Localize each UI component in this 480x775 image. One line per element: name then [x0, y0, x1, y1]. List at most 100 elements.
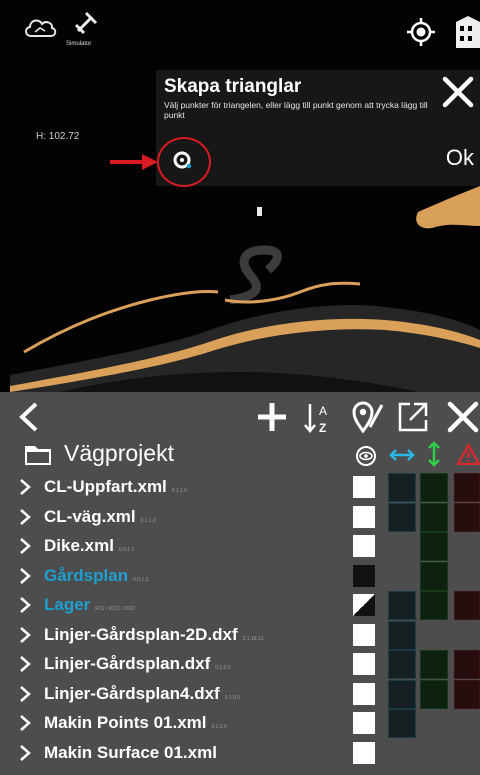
vertical-cell[interactable] — [420, 679, 448, 709]
chevron-right-icon[interactable] — [18, 655, 32, 673]
back-arrow-icon[interactable] — [16, 400, 42, 434]
satellite-icon[interactable] — [72, 9, 100, 37]
chevron-right-icon[interactable] — [18, 596, 32, 614]
layer-meta: 0.1.1.0 — [140, 517, 156, 524]
visibility-checkbox[interactable] — [353, 476, 375, 498]
close-icon[interactable] — [440, 74, 476, 110]
chevron-right-icon[interactable] — [18, 714, 32, 732]
layer-name[interactable]: Linjer-Gårdsplan-2D.dxf 0.1.18.13 — [44, 625, 264, 645]
layer-name[interactable]: Makin Points 01.xml 0.1.1.0 — [44, 713, 227, 733]
pointer-arrow-icon — [110, 154, 158, 170]
cloud-icon[interactable] — [22, 14, 58, 40]
visibility-checkbox[interactable] — [353, 564, 375, 587]
layer-row[interactable]: Linjer-Gårdsplan-2D.dxf 0.1.18.13 — [0, 620, 480, 651]
chevron-right-icon[interactable] — [18, 478, 32, 496]
visibility-checkbox[interactable] — [353, 535, 375, 557]
visibility-checkbox[interactable] — [353, 682, 375, 705]
vertical-cell[interactable] — [420, 739, 448, 768]
layer-name[interactable]: Linjer-Gårdsplan4.dxf 0.1.0.0 — [44, 684, 240, 704]
warning-cell[interactable] — [454, 562, 480, 591]
warning-icon[interactable] — [457, 443, 480, 465]
vertical-cell[interactable] — [420, 532, 448, 561]
layer-list: CL-Uppfart.xml 0.1.1.0 CL-väg.xml 0.1.1.0 Di… — [0, 473, 480, 768]
horizontal-cell[interactable] — [388, 709, 416, 738]
layer-name-text: CL-Uppfart.xml — [44, 477, 167, 496]
add-icon[interactable] — [256, 401, 288, 433]
layer-name[interactable]: Gårdsplan 0.0.1.3 — [44, 566, 148, 586]
horizontal-cell[interactable] — [388, 532, 416, 561]
eye-icon[interactable] — [355, 445, 377, 467]
chevron-right-icon[interactable] — [18, 508, 32, 526]
sort-az-icon[interactable]: A Z — [302, 401, 336, 435]
vertical-cell[interactable] — [420, 621, 448, 650]
layer-meta: 0.0.1.3 — [133, 576, 149, 583]
map-view[interactable]: Simulator H: 102.72 Skapa trianglar Välj… — [0, 0, 480, 392]
gps-target-icon[interactable] — [406, 17, 436, 47]
layer-meta: R12 / 2021 / 2022 — [95, 606, 136, 612]
ok-button[interactable]: Ok — [446, 145, 474, 171]
layer-name[interactable]: Lager R12 / 2021 / 2022 — [44, 595, 135, 615]
vertical-cell[interactable] — [420, 591, 448, 620]
warning-cell[interactable] — [454, 739, 480, 768]
horizontal-cell[interactable] — [388, 620, 416, 650]
close-panel-icon[interactable] — [446, 400, 480, 434]
warning-cell[interactable] — [454, 650, 480, 679]
vertical-cell[interactable] — [420, 709, 448, 738]
layer-name[interactable]: Linjer-Gårdsplan.dxf 0.1.0.0 — [44, 654, 231, 674]
chevron-right-icon[interactable] — [18, 744, 32, 762]
vertical-cell[interactable] — [420, 650, 448, 679]
project-header[interactable]: Vägprojekt — [0, 436, 480, 468]
layer-name[interactable]: CL-väg.xml 0.1.1.0 — [44, 507, 156, 527]
map-toolbar: Simulator — [0, 0, 480, 58]
layer-row[interactable]: CL-Uppfart.xml 0.1.1.0 — [0, 473, 480, 503]
layer-name[interactable]: Makin Surface 01.xml — [44, 743, 222, 763]
visibility-checkbox[interactable] — [353, 623, 375, 646]
chevron-right-icon[interactable] — [18, 567, 32, 585]
warning-cell[interactable] — [454, 709, 480, 738]
layer-row[interactable]: Gårdsplan 0.0.1.3 — [0, 561, 480, 592]
layer-row[interactable]: Dike.xml 0.0.1.1 — [0, 532, 480, 562]
layer-row[interactable]: Makin Surface 01.xml — [0, 739, 480, 769]
warning-cell[interactable] — [454, 532, 480, 561]
warning-cell[interactable] — [454, 502, 480, 532]
horizontal-cell[interactable] — [388, 739, 416, 768]
vertical-cell[interactable] — [420, 561, 448, 591]
horizontal-cell[interactable] — [388, 650, 416, 679]
layer-row[interactable]: CL-väg.xml 0.1.1.0 — [0, 502, 480, 533]
layer-row[interactable]: Linjer-Gårdsplan.dxf 0.1.0.0 — [0, 650, 480, 680]
warning-cell[interactable] — [454, 473, 480, 502]
visibility-checkbox[interactable] — [353, 505, 375, 528]
vertical-cell[interactable] — [420, 473, 448, 502]
warning-cell[interactable] — [454, 591, 480, 620]
vertical-cell[interactable] — [420, 502, 448, 532]
horizontal-cell[interactable] — [388, 473, 416, 502]
vertical-arrows-icon[interactable] — [426, 441, 442, 467]
visibility-checkbox[interactable] — [353, 653, 375, 675]
warning-cell[interactable] — [454, 679, 480, 709]
dialog-title: Skapa trianglar — [164, 76, 302, 97]
open-external-icon[interactable] — [396, 400, 430, 434]
chevron-right-icon[interactable] — [18, 537, 32, 555]
layer-row[interactable]: Lager R12 / 2021 / 2022 — [0, 591, 480, 621]
horizontal-cell[interactable] — [388, 502, 416, 532]
warning-cell[interactable] — [454, 621, 480, 650]
map-pin-icon[interactable] — [348, 399, 384, 435]
chevron-right-icon[interactable] — [18, 685, 32, 703]
layer-row[interactable]: Makin Points 01.xml 0.1.1.0 — [0, 709, 480, 739]
layers-toolbar: A Z — [0, 392, 480, 440]
visibility-checkbox[interactable] — [353, 594, 375, 616]
layer-name-text: Gårdsplan — [44, 565, 129, 585]
horizontal-cell[interactable] — [388, 562, 416, 591]
layer-name-text: Linjer-Gårdsplan-2D.dxf — [44, 624, 238, 644]
horizontal-cell[interactable] — [388, 679, 416, 709]
chevron-right-icon[interactable] — [18, 626, 32, 644]
visibility-checkbox[interactable] — [353, 712, 375, 734]
horizontal-arrows-icon[interactable] — [389, 447, 415, 463]
layer-meta: 0.1.1.0 — [171, 488, 188, 494]
horizontal-cell[interactable] — [388, 591, 416, 620]
layer-name[interactable]: Dike.xml 0.0.1.1 — [44, 536, 134, 556]
building-icon[interactable] — [454, 14, 480, 48]
visibility-checkbox[interactable] — [353, 741, 375, 764]
layer-row[interactable]: Linjer-Gårdsplan4.dxf 0.1.0.0 — [0, 679, 480, 710]
layer-name[interactable]: CL-Uppfart.xml 0.1.1.0 — [44, 477, 187, 497]
